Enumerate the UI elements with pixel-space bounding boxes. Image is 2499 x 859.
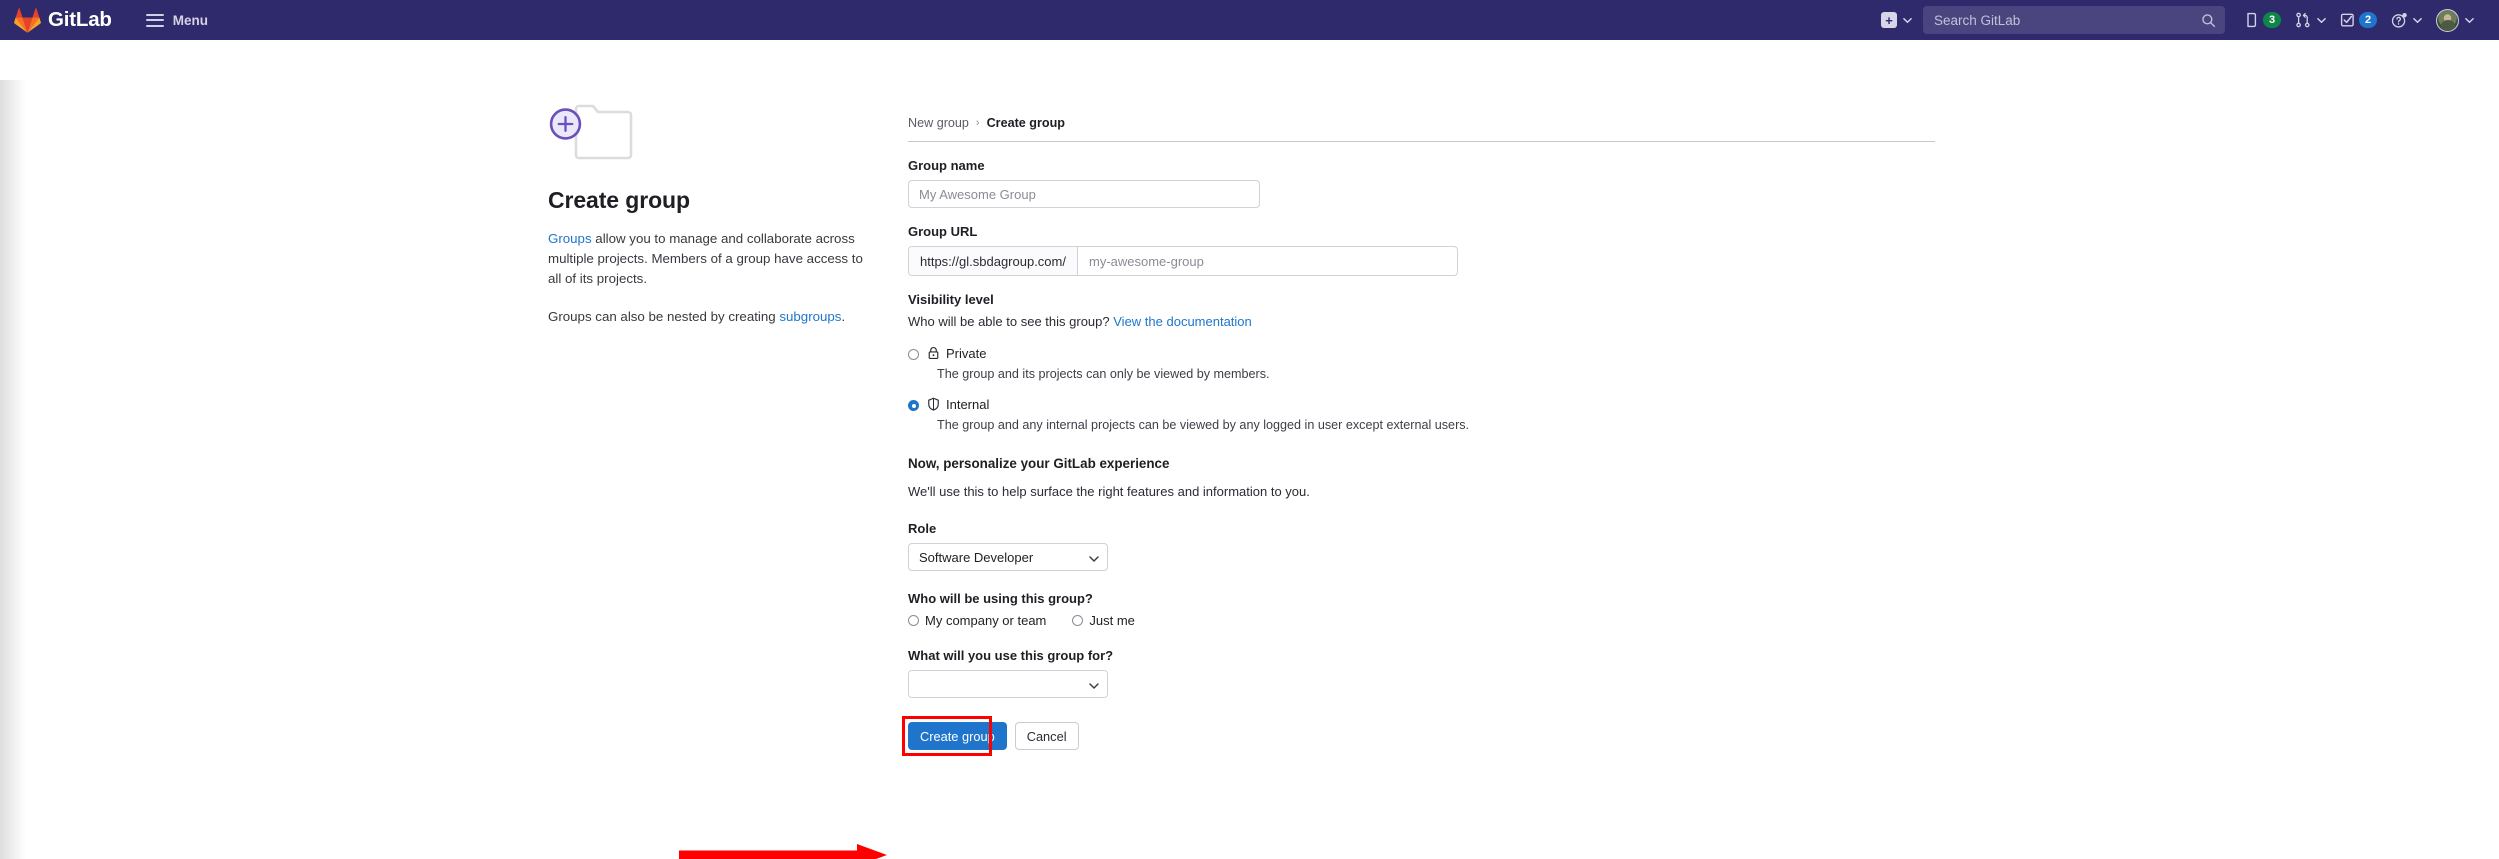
group-url-slug-input[interactable]: my-awesome-group [1078,247,1457,275]
form-actions: Create group Cancel [902,716,1935,756]
visibility-help-question: Who will be able to see this group? [908,314,1110,329]
navbar-right-section: + Search GitLab 3 2 [1874,4,2481,36]
group-url-field-block: Group URL https://gl.sbdagroup.com/ my-a… [908,224,1935,276]
company-or-team-label: My company or team [925,613,1047,628]
just-me-radio[interactable] [1072,615,1084,626]
top-navbar: GitLab Menu + Search GitLab 3 2 [0,0,2499,40]
chevron-down-icon [2465,16,2474,25]
chevron-down-icon [1089,679,1099,689]
navbar-menu-label: Menu [172,12,208,28]
todos-nav-item[interactable]: 2 [2333,4,2384,36]
subgroups-description-pre: Groups can also be nested by creating [548,308,780,324]
visibility-level-label: Visibility level [908,292,994,307]
visibility-documentation-link[interactable]: View the documentation [1113,314,1252,329]
group-url-input-group: https://gl.sbdagroup.com/ my-awesome-gro… [908,246,1458,276]
subgroups-doc-link[interactable]: subgroups [779,309,841,324]
todos-count-badge: 2 [2359,12,2377,28]
search-icon [2201,13,2216,28]
hamburger-menu-icon [145,13,164,27]
breadcrumb-separator-icon: › [975,117,980,129]
personalize-subtitle: We'll use this to help surface the right… [908,484,1310,499]
use-for-label: What will you use this group for? [908,648,1114,663]
role-select[interactable]: Software Developer [908,543,1108,571]
role-label: Role [908,521,937,536]
new-folder-plus-illustration-icon [548,100,663,170]
shield-icon [927,397,940,411]
internal-option-label: Internal [946,397,990,412]
breadcrumb: New group › Create group [908,40,1935,130]
lock-icon [927,346,940,360]
issues-count-badge: 3 [2263,12,2281,28]
just-me-label: Just me [1089,613,1135,628]
breadcrumb-parent-link[interactable]: New group [908,116,969,130]
navbar-left-section: GitLab Menu [14,7,214,33]
user-menu[interactable] [2429,4,2481,36]
help-nav-item[interactable] [2384,4,2429,36]
chevron-down-icon [1089,552,1099,562]
visibility-option-internal[interactable]: Internal [908,396,1935,414]
red-pointer-arrow-icon [679,842,907,859]
who-using-option-company[interactable]: My company or team [908,613,1046,628]
who-using-field-block: Who will be using this group? My company… [908,591,1935,628]
search-input[interactable]: Search GitLab [1923,6,2225,34]
create-group-button[interactable]: Create group [908,722,1007,750]
page-body: Create group Groups allow you to manage … [0,40,2499,859]
navbar-menu-button[interactable]: Menu [140,8,214,33]
private-option-description: The group and its projects can only be v… [937,367,1270,381]
merge-requests-nav-item[interactable] [2288,4,2333,36]
use-for-select[interactable] [908,670,1108,698]
group-name-input[interactable]: My Awesome Group [908,180,1260,208]
breadcrumb-current: Create group [986,116,1065,130]
private-radio[interactable] [908,349,919,360]
who-using-radio-group: My company or team Just me [908,613,1935,628]
visibility-help-text: Who will be able to see this group? View… [908,314,1935,329]
groups-description-paragraph: Groups allow you to manage and collabora… [548,229,878,290]
internal-option-description: The group and any internal projects can … [937,418,1470,432]
subgroups-description-post: . [841,308,846,324]
personalize-section-title: Now, personalize your GitLab experience [908,456,1170,471]
role-selected-value: Software Developer [919,549,1034,565]
user-avatar [2436,8,2459,32]
private-option-label: Private [946,346,987,361]
collapsed-sidebar-shadow [0,80,26,859]
page-title: Create group [548,187,690,213]
issues-icon [2244,12,2260,28]
create-group-info-panel: Create group Groups allow you to manage … [548,100,878,327]
chevron-down-icon [1903,16,1912,25]
group-url-prefix: https://gl.sbdagroup.com/ [909,247,1078,275]
subgroups-description-paragraph: Groups can also be nested by creating su… [548,307,878,327]
gitlab-tanuki-logo-icon[interactable] [14,7,41,33]
group-url-placeholder: my-awesome-group [1088,253,1204,269]
merge-request-icon [2295,12,2311,28]
chevron-down-icon [2413,16,2422,25]
todo-checkbox-icon [2340,12,2356,28]
who-using-label: Who will be using this group? [908,591,1093,606]
help-question-circle-icon [2391,12,2407,28]
header-divider [908,141,1935,142]
search-placeholder: Search GitLab [1934,12,2021,28]
issues-nav-item[interactable]: 3 [2237,4,2288,36]
groups-description-rest: allow you to manage and collaborate acro… [548,231,863,287]
plus-square-icon: + [1881,12,1897,28]
visibility-option-private[interactable]: Private [908,345,1935,363]
company-or-team-radio[interactable] [908,615,919,626]
role-field-block: Role Software Developer [908,521,1935,571]
create-new-dropdown[interactable]: + [1874,4,1919,36]
group-name-label: Group name [908,158,985,173]
cancel-button[interactable]: Cancel [1014,722,1079,750]
internal-radio[interactable] [908,400,919,411]
group-name-placeholder: My Awesome Group [919,186,1036,202]
gitlab-wordmark[interactable]: GitLab [48,8,112,32]
group-name-field-block: Group name My Awesome Group [908,158,1935,208]
who-using-option-just-me[interactable]: Just me [1072,613,1135,628]
visibility-level-block: Visibility level Who will be able to see… [908,292,1935,434]
use-for-field-block: What will you use this group for? [908,648,1935,698]
create-group-form: New group › Create group Group name My A… [902,40,1935,756]
group-url-label: Group URL [908,224,978,239]
groups-doc-link[interactable]: Groups [548,231,592,246]
chevron-down-icon [2317,16,2326,25]
